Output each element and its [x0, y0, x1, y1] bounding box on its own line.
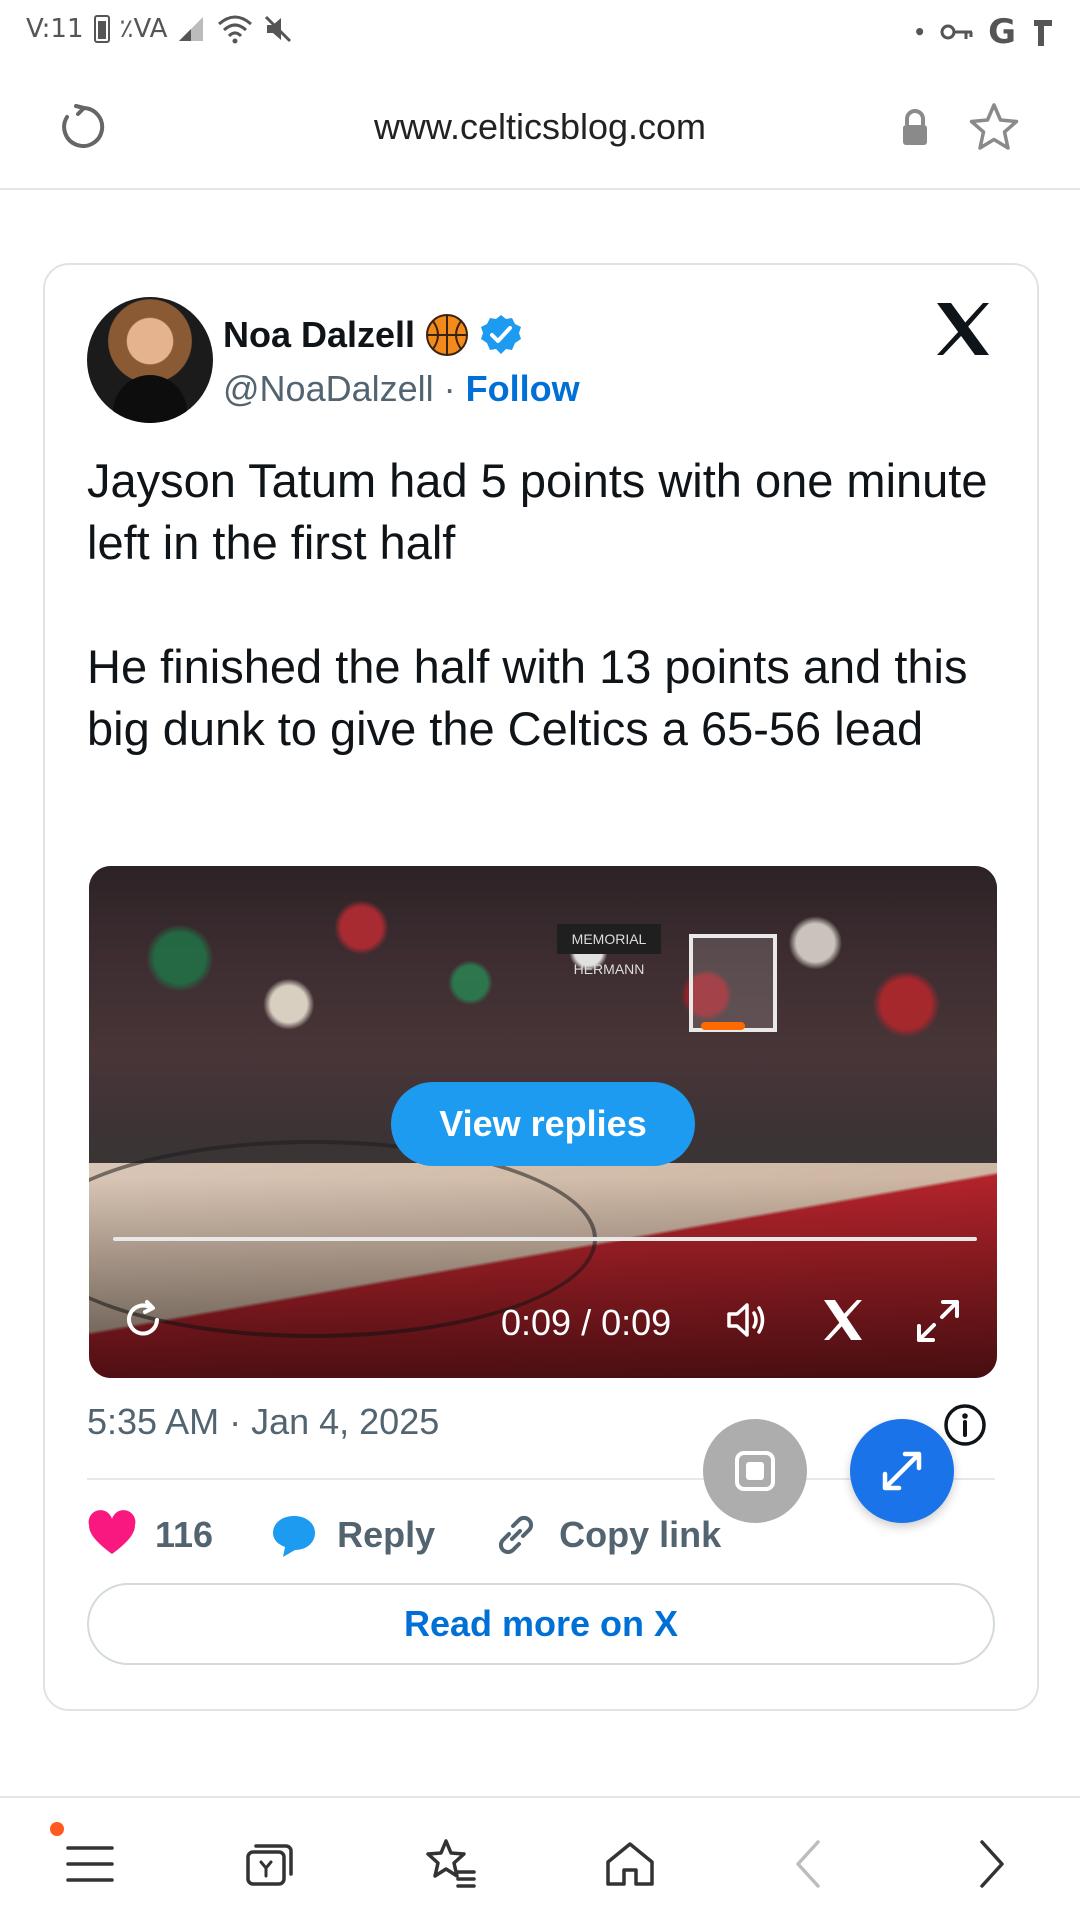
info-icon[interactable] — [943, 1403, 987, 1447]
status-right: • G — [913, 12, 1056, 52]
handle-separator: · — [433, 368, 466, 409]
p-app-icon — [1034, 20, 1052, 46]
bookmarks-icon[interactable] — [422, 1836, 478, 1892]
avatar[interactable] — [87, 297, 213, 423]
key-icon — [940, 24, 973, 40]
reply-label: Reply — [337, 1514, 436, 1555]
reply-bubble-icon — [273, 1516, 316, 1557]
x-video-logo-icon[interactable] — [821, 1298, 865, 1342]
video-time: 0:09 / 0:09 — [501, 1302, 672, 1343]
hoop-rim — [701, 1022, 745, 1030]
fullscreen-icon[interactable] — [915, 1298, 961, 1344]
author-name-row: Noa Dalzell — [223, 313, 523, 357]
notification-dot — [50, 1822, 64, 1836]
status-left: V:11 ٪VA — [26, 14, 293, 44]
wifi-icon — [218, 15, 253, 44]
expand-video-button[interactable] — [850, 1419, 954, 1523]
tweet-text: Jayson Tatum had 5 points with one minut… — [87, 454, 988, 755]
basketball-emoji-icon — [426, 314, 469, 356]
google-icon: G — [988, 12, 1016, 52]
status-bar: V:11 ٪VA • G — [0, 0, 1080, 62]
tabs-icon[interactable] — [242, 1836, 298, 1892]
expand-arrows-icon — [882, 1451, 922, 1491]
bookmark-star-icon[interactable] — [966, 100, 1022, 156]
arena-banner: MEMORIAL HERMANN — [557, 924, 661, 977]
verified-badge-icon — [481, 315, 522, 354]
like-button[interactable]: 116 — [87, 1510, 213, 1560]
battery-icon — [93, 15, 110, 43]
author-handle[interactable]: @NoaDalzell — [223, 368, 434, 409]
copy-link-button[interactable]: Copy link — [491, 1510, 721, 1560]
menu-icon[interactable] — [62, 1836, 118, 1892]
video-player[interactable]: MEMORIAL HERMANN View replies 0:09 / 0:0… — [89, 866, 997, 1378]
author-name[interactable]: Noa Dalzell — [223, 314, 415, 356]
video-gradient — [89, 1178, 997, 1378]
forward-icon[interactable] — [962, 1836, 1018, 1892]
heart-icon — [88, 1510, 136, 1554]
bottom-navigation — [0, 1796, 1080, 1922]
view-replies-button[interactable]: View replies — [391, 1082, 695, 1166]
back-icon[interactable] — [782, 1836, 838, 1892]
status-time: V:11 — [26, 14, 84, 44]
picture-in-picture-button[interactable] — [703, 1419, 807, 1523]
reply-button[interactable]: Reply — [269, 1510, 435, 1560]
read-more-button[interactable]: Read more on X — [87, 1583, 995, 1665]
copy-link-label: Copy link — [559, 1514, 722, 1555]
replay-icon[interactable] — [121, 1298, 165, 1342]
home-icon[interactable] — [602, 1836, 658, 1892]
lock-icon[interactable] — [898, 108, 932, 148]
tweet-datetime[interactable]: 5:35 AM · Jan 4, 2025 — [87, 1401, 439, 1443]
backboard — [689, 934, 777, 1032]
like-count: 116 — [155, 1514, 214, 1555]
video-progress-bar[interactable] — [113, 1237, 977, 1241]
handle-row: @NoaDalzell · Follow — [223, 368, 580, 410]
dot-icon: • — [913, 20, 927, 44]
follow-link[interactable]: Follow — [466, 368, 580, 409]
battery-percent: ٪VA — [119, 14, 168, 44]
pip-icon — [735, 1451, 775, 1491]
tweet-actions: 116 Reply Copy link — [87, 1505, 777, 1565]
volume-icon[interactable] — [725, 1298, 773, 1342]
link-icon — [499, 1515, 534, 1555]
address-bar: www.celticsblog.com — [0, 62, 1080, 190]
mute-icon — [265, 15, 292, 43]
signal-icon — [179, 17, 204, 41]
x-logo-icon[interactable] — [933, 301, 993, 357]
